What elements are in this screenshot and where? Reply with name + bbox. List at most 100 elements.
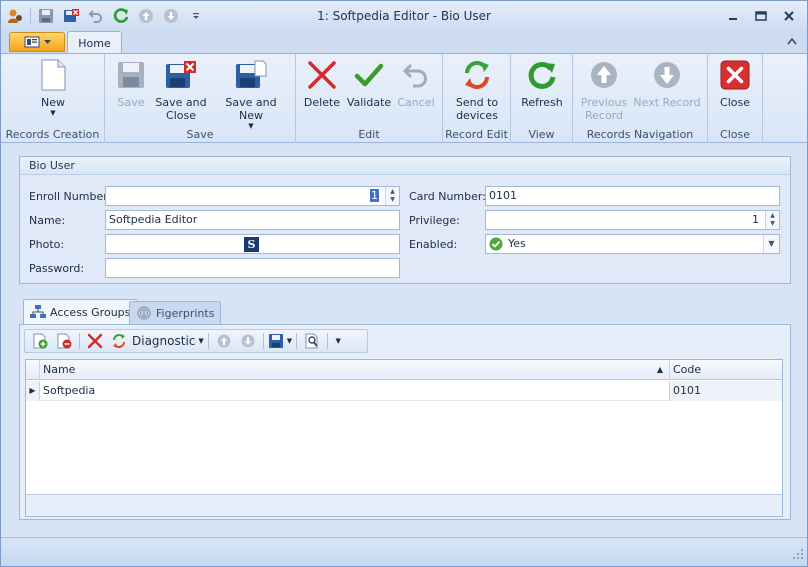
find-icon[interactable] [301, 331, 323, 351]
remove-row-icon[interactable] [53, 331, 75, 351]
maximize-icon[interactable] [749, 7, 773, 25]
undo-icon [399, 58, 433, 92]
toolbar-separator [327, 333, 329, 349]
ribbon-tabs: Home [1, 31, 807, 54]
bio-user-section: Bio User Enroll Number: 1 ▲ ▼ Name: Softp… [19, 156, 791, 284]
minimize-icon[interactable] [721, 7, 745, 25]
group-records-navigation: Previous Record Next Record Records Navi… [573, 54, 708, 143]
enroll-number-input[interactable]: 1 ▲ ▼ [105, 186, 400, 206]
arrow-down-circle-icon [650, 58, 684, 92]
add-row-icon[interactable] [29, 331, 51, 351]
photo-field[interactable]: S [105, 234, 400, 254]
validate-button[interactable]: Validate [346, 58, 392, 109]
tab-home[interactable]: Home [67, 31, 122, 54]
enroll-spinner[interactable]: ▲ ▼ [385, 187, 399, 205]
privilege-label: Privilege: [409, 214, 460, 227]
group-record-edit: Send to devices Record Edit [443, 54, 511, 143]
column-header-name[interactable]: Name ▲ [40, 360, 670, 380]
new-button[interactable]: New ▼ [33, 58, 73, 117]
close-red-icon [718, 58, 752, 92]
table-row[interactable]: ▶ Softpedia 0101 [26, 381, 782, 401]
toolbar-separator [296, 333, 298, 349]
row-indicator-icon: ▶ [26, 381, 40, 401]
collapse-ribbon-icon[interactable] [787, 35, 797, 48]
sort-ascending-icon: ▲ [656, 365, 663, 374]
row-indicator-header [26, 360, 40, 380]
group-view: Refresh View [511, 54, 573, 143]
group-close: Close Close [708, 54, 763, 143]
save-disk-icon [114, 58, 148, 92]
app-window: 1: Softpedia Editor - Bio User Home New … [0, 0, 808, 567]
delete-row-icon[interactable] [84, 331, 106, 351]
group-save: Save Save and Close Save and New ▼ Save [105, 54, 296, 143]
ribbon: New ▼ Records Creation Save Save and Clo… [1, 53, 807, 143]
column-header-code[interactable]: Code [670, 360, 782, 380]
toolbar-separator [207, 333, 209, 349]
refresh-button[interactable]: Refresh [519, 58, 565, 109]
fingerprint-icon [137, 306, 151, 320]
grid-header: Name ▲ Code [26, 360, 782, 380]
toolbar-separator [262, 333, 264, 349]
network-group-icon [30, 305, 46, 318]
chevron-down-icon: ▼ [286, 337, 293, 345]
card-number-input[interactable]: 0101 [485, 186, 780, 206]
photo-label: Photo: [29, 238, 65, 251]
tab-access-groups[interactable]: Access Groups [23, 299, 138, 324]
grid-footer [26, 494, 782, 516]
window-title: 1: Softpedia Editor - Bio User [317, 9, 491, 23]
name-input[interactable]: Softpedia Editor [105, 210, 400, 230]
access-groups-grid: Name ▲ Code ▶ Softpedia 0101 [25, 359, 783, 517]
resize-grip-icon[interactable] [793, 549, 803, 562]
cell-name[interactable]: Softpedia [40, 381, 670, 401]
chevron-down-icon [43, 39, 51, 44]
enabled-dropdown-icon[interactable]: ▼ [763, 235, 779, 253]
window-controls [721, 7, 801, 25]
app-menu-icon [24, 36, 39, 48]
next-record-button[interactable]: Next Record [633, 58, 701, 109]
save-close-icon [164, 58, 198, 92]
diagnostic-dropdown[interactable]: Diagnostic ▼ [132, 331, 204, 351]
delete-x-icon [305, 58, 339, 92]
grid-toolbar: Diagnostic ▼ ▼ ▼ [24, 329, 368, 353]
card-number-label: Card Number: [409, 190, 486, 203]
title-bar: 1: Softpedia Editor - Bio User [1, 1, 807, 31]
cancel-button[interactable]: Cancel [396, 58, 436, 109]
group-records-creation: New ▼ Records Creation [1, 54, 105, 143]
application-menu-button[interactable] [9, 32, 65, 52]
save-button[interactable]: Save [113, 58, 149, 109]
sync-row-icon[interactable] [108, 331, 130, 351]
close-window-icon[interactable] [777, 7, 801, 25]
toolbar-overflow-icon[interactable]: ▼ [332, 331, 344, 351]
section-title: Bio User [20, 157, 790, 175]
privilege-input[interactable]: 1 ▲ ▼ [485, 210, 780, 230]
save-new-icon [234, 58, 268, 92]
status-bar [1, 537, 807, 566]
password-label: Password: [29, 262, 85, 275]
checkmark-icon [352, 58, 386, 92]
save-and-close-button[interactable]: Save and Close [155, 58, 207, 122]
previous-record-button[interactable]: Previous Record [579, 58, 629, 122]
export-dropdown[interactable]: ▼ [268, 331, 292, 351]
cell-code[interactable]: 0101 [670, 381, 782, 401]
tab-fingerprints[interactable]: Figerprints [129, 301, 222, 324]
group-edit: Delete Validate Cancel Edit [296, 54, 443, 143]
check-circle-icon [489, 237, 503, 257]
move-down-icon[interactable] [237, 331, 259, 351]
sync-arrows-icon [460, 58, 494, 92]
move-up-icon[interactable] [213, 331, 235, 351]
enabled-label: Enabled: [409, 238, 458, 251]
send-to-devices-button[interactable]: Send to devices [453, 58, 501, 122]
enabled-select[interactable]: Yes ▼ [485, 234, 780, 254]
name-label: Name: [29, 214, 66, 227]
save-disk-icon [268, 334, 283, 348]
editor-content: Bio User Enroll Number: 1 ▲ ▼ Name: Softp… [9, 147, 799, 535]
save-and-new-button[interactable]: Save and New ▼ [213, 58, 289, 130]
password-input[interactable] [105, 258, 400, 278]
toolbar-separator [79, 333, 80, 349]
privilege-spinner[interactable]: ▲ ▼ [765, 211, 779, 229]
new-document-icon [36, 58, 70, 92]
enroll-number-label: Enroll Number: [29, 190, 112, 203]
delete-button[interactable]: Delete [302, 58, 342, 109]
close-button[interactable]: Close [715, 58, 755, 109]
refresh-icon [525, 58, 559, 92]
